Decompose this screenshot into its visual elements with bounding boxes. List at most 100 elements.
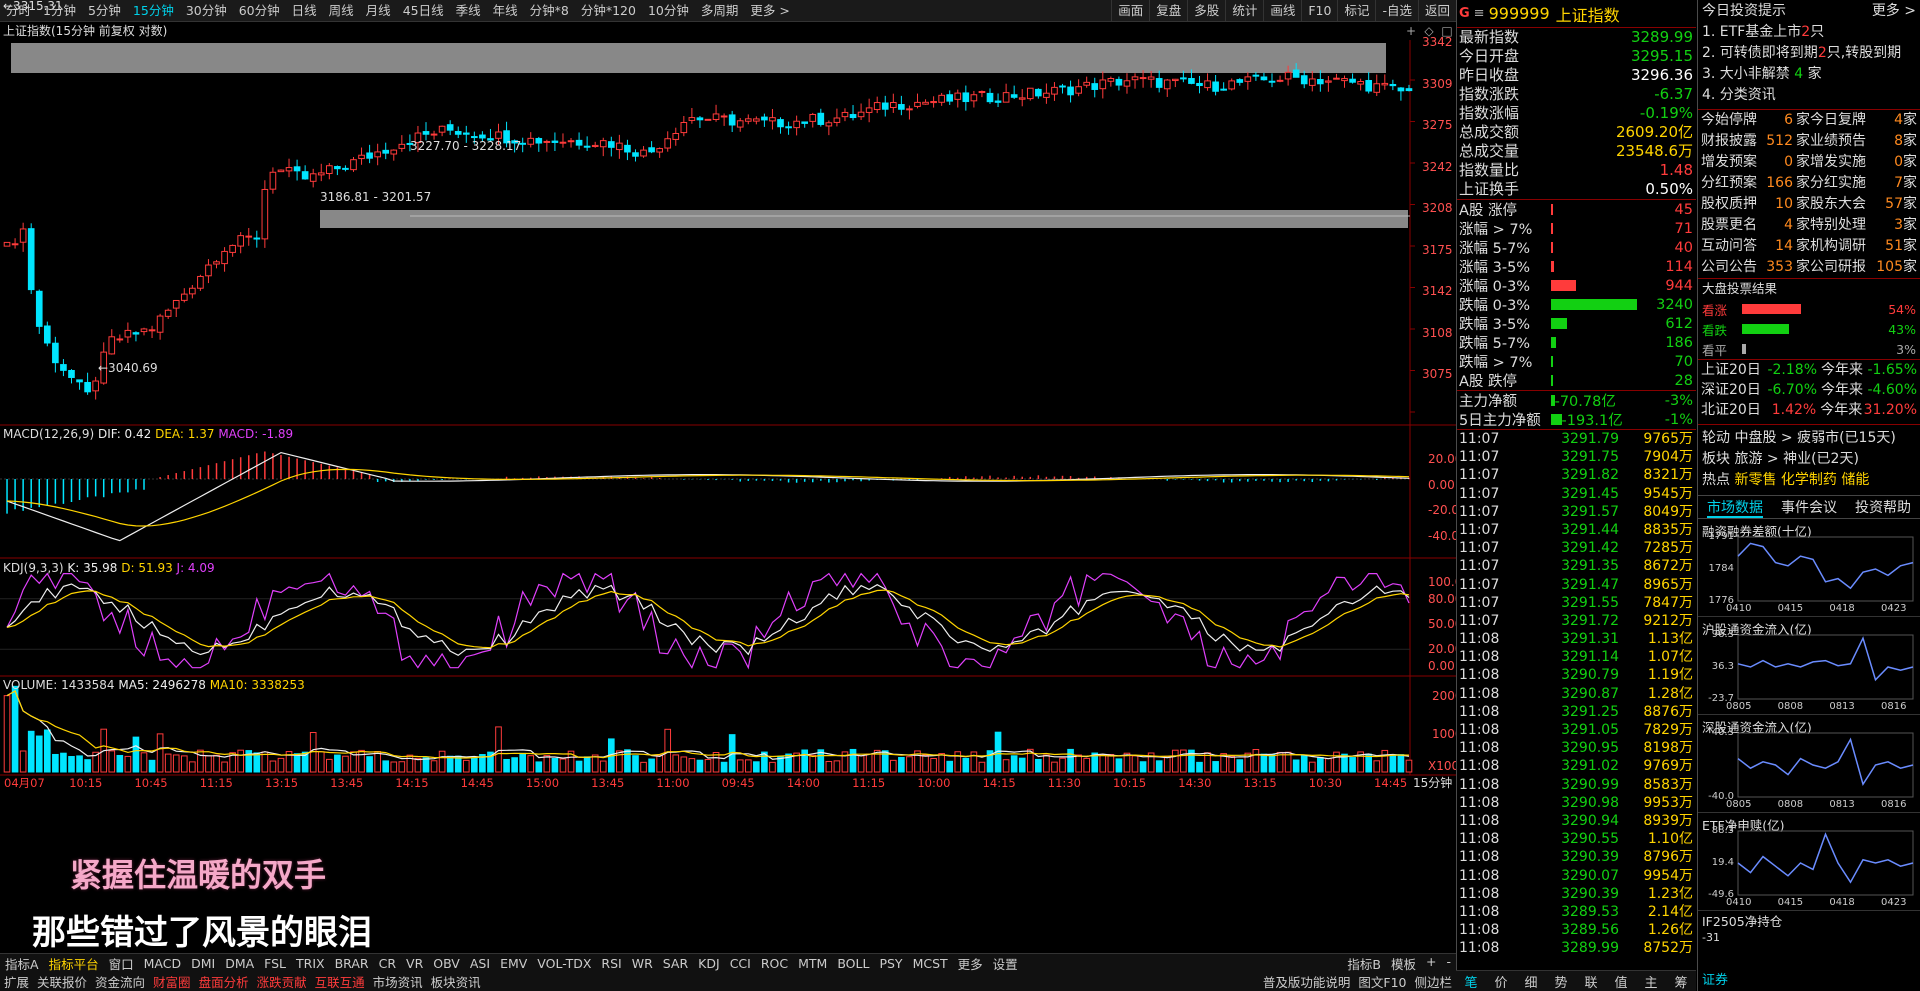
period-tab-15[interactable]: 多周期 (695, 0, 745, 22)
news-item-1[interactable]: 2. 可转债即将到期2只,转股到期 (1698, 43, 1920, 64)
toolbar-button-8[interactable]: 返回 (1417, 0, 1456, 22)
period-tab-5[interactable]: 60分钟 (233, 0, 286, 22)
indicator-tab-3[interactable]: MACD (139, 956, 186, 971)
indicator-tab-4[interactable]: DMI (186, 956, 220, 971)
stat-row[interactable]: 增发预案 0 家增发实施 0家 (1698, 152, 1920, 173)
vote-row[interactable]: 看涨 54% (1698, 299, 1920, 319)
extension-right-1[interactable]: 图文F10 (1354, 972, 1410, 991)
stat-row[interactable]: 分红预案 166 家分红实施 7家 (1698, 173, 1920, 194)
mini-chart-1[interactable]: 沪股通资金流入(亿) 96.3 36.3 -23.7 0805 0808 0813 0816 (1698, 617, 1920, 715)
indicator-tab-16[interactable]: WR (627, 956, 658, 971)
indicator-tab-6[interactable]: FSL (259, 956, 291, 971)
toolbar-button-4[interactable]: 画线 (1263, 0, 1301, 22)
extension-tab-6[interactable]: 互联互通 (311, 972, 369, 991)
period-tab-3[interactable]: 15分钟 (127, 0, 180, 22)
period-tab-7[interactable]: 周线 (323, 0, 360, 22)
vote-row[interactable]: 看平 3% (1698, 339, 1920, 359)
indicator-tab-23[interactable]: PSY (874, 956, 907, 971)
indicator-tab-13[interactable]: EMV (495, 956, 532, 971)
period-tab-13[interactable]: 分钟*120 (575, 0, 642, 22)
market-tab-2[interactable]: 投资帮助 (1855, 496, 1911, 518)
indicator-tab-7[interactable]: TRIX (291, 956, 330, 971)
indicator-tab-8[interactable]: BRAR (330, 956, 374, 971)
main-chart-area[interactable] (0, 40, 1456, 953)
indicator-tab-12[interactable]: ASI (465, 956, 495, 971)
indicator-tab-20[interactable]: ROC (756, 956, 793, 971)
extension-tab-2[interactable]: 资金流向 (91, 972, 149, 991)
indicator-tab-10[interactable]: VR (401, 956, 428, 971)
period-tab-16[interactable]: 更多 > (744, 0, 795, 22)
extension-tab-3[interactable]: 财富圈 (149, 972, 195, 991)
indicator-tab-24[interactable]: MCST (908, 956, 953, 971)
news-item-3[interactable]: 4. 分类资讯 (1698, 85, 1920, 106)
indicator-tab-17[interactable]: SAR (658, 956, 693, 971)
toolbar-button-7[interactable]: -自选 (1375, 0, 1418, 22)
extension-tab-4[interactable]: 盘面分析 (195, 972, 253, 991)
rotation-row-0[interactable]: 轮动 中盘股 > 疲弱市(已15天) (1698, 428, 1920, 449)
rotation-row-1[interactable]: 板块 旅游 > 神业(已2天) (1698, 449, 1920, 470)
view-tab-0[interactable]: 笔 (1456, 972, 1486, 991)
view-tab-5[interactable]: 值 (1606, 972, 1636, 991)
extension-tab-0[interactable]: 扩展 (0, 972, 33, 991)
indicator-tab-11[interactable]: OBV (428, 956, 465, 971)
mini-chart-0[interactable]: 融资融券差额(十亿) 1791 1784 1776 0410 0415 0418 0423 (1698, 519, 1920, 617)
view-tab-1[interactable]: 价 (1486, 972, 1516, 991)
stat-row[interactable]: 今始停牌 6 家今日复牌 4家 (1698, 110, 1920, 131)
indicator-tab-9[interactable]: CR (374, 956, 401, 971)
extension-tab-1[interactable]: 关联报价 (33, 972, 91, 991)
extension-right-0[interactable]: 普及版功能说明 (1259, 972, 1355, 991)
extension-right-2[interactable]: 侧边栏 (1410, 972, 1456, 991)
period-tab-4[interactable]: 30分钟 (180, 0, 233, 22)
view-tab-4[interactable]: 联 (1576, 972, 1606, 991)
extension-tab-5[interactable]: 涨跌贡献 (253, 972, 311, 991)
indicator-tab-19[interactable]: CCI (725, 956, 756, 971)
view-tab-2[interactable]: 细 (1516, 972, 1546, 991)
toolbar-button-5[interactable]: F10 (1301, 0, 1337, 22)
stat-row[interactable]: 公司公告 353 家公司研报 105家 (1698, 257, 1920, 278)
period-tab-10[interactable]: 季线 (450, 0, 487, 22)
view-tab-7[interactable]: 筹 (1666, 972, 1696, 991)
period-tab-6[interactable]: 日线 (286, 0, 323, 22)
vote-row[interactable]: 看跌 43% (1698, 319, 1920, 339)
period-tab-9[interactable]: 45日线 (397, 0, 450, 22)
plus-icon[interactable]: + (1402, 22, 1420, 40)
indicator-right-2[interactable]: + (1421, 954, 1441, 973)
tick-list[interactable]: 11:07 3291.79 9765万 11:07 3291.75 7904万 11:07 3… (1457, 430, 1696, 957)
view-tab-3[interactable]: 势 (1546, 972, 1576, 991)
indicator-right-0[interactable]: 指标B (1342, 954, 1386, 973)
indicator-tab-0[interactable]: 指标A (0, 954, 44, 973)
indicator-tab-22[interactable]: BOLL (832, 956, 874, 971)
indicator-right-1[interactable]: 模板 (1386, 954, 1421, 973)
indicator-tab-21[interactable]: MTM (793, 956, 832, 971)
period-tab-8[interactable]: 月线 (360, 0, 397, 22)
indicator-tab-1[interactable]: 指标平台 (44, 954, 104, 973)
stat-row[interactable]: 股权质押 10 家股东大会 57家 (1698, 194, 1920, 215)
indicator-tab-5[interactable]: DMA (220, 956, 259, 971)
rotation-row-2[interactable]: 热点 新零售 化学制药 储能 (1698, 470, 1920, 491)
period-tab-2[interactable]: 5分钟 (82, 0, 127, 22)
indicator-right-3[interactable]: - (1441, 954, 1456, 973)
news-more-link[interactable]: 更多 > (1872, 0, 1916, 22)
stat-row[interactable]: 互动问答 14 家机构调研 51家 (1698, 236, 1920, 257)
indicator-tab-25[interactable]: 更多 (953, 954, 988, 973)
period-tab-11[interactable]: 年线 (487, 0, 524, 22)
period-tab-14[interactable]: 10分钟 (642, 0, 695, 22)
view-tab-6[interactable]: 主 (1636, 972, 1666, 991)
news-item-0[interactable]: 1. ETF基金上市2只 (1698, 22, 1920, 43)
market-tab-0[interactable]: 市场数据 (1707, 496, 1763, 518)
period-tab-12[interactable]: 分钟*8 (524, 0, 575, 22)
extension-tab-8[interactable]: 板块资讯 (427, 972, 485, 991)
news-item-2[interactable]: 3. 大小非解禁 4 家 (1698, 64, 1920, 85)
indicator-tab-15[interactable]: RSI (596, 956, 626, 971)
toolbar-button-1[interactable]: 复盘 (1149, 0, 1187, 22)
indicator-tab-26[interactable]: 设置 (988, 954, 1023, 973)
extension-tab-7[interactable]: 市场资讯 (369, 972, 427, 991)
stat-row[interactable]: 财报披露 512 家业绩预告 8家 (1698, 131, 1920, 152)
toolbar-button-2[interactable]: 多股 (1187, 0, 1225, 22)
menu-icon[interactable]: ≡ (1474, 6, 1485, 21)
indicator-tab-18[interactable]: KDJ (693, 956, 725, 971)
mini-chart-2[interactable]: 深股通资金流入(亿) 40.3 -40.0 0805 0808 0813 0816 (1698, 715, 1920, 813)
toolbar-button-3[interactable]: 统计 (1225, 0, 1263, 22)
toolbar-button-0[interactable]: 画面 (1111, 0, 1149, 22)
indicator-tab-2[interactable]: 窗口 (104, 954, 139, 973)
